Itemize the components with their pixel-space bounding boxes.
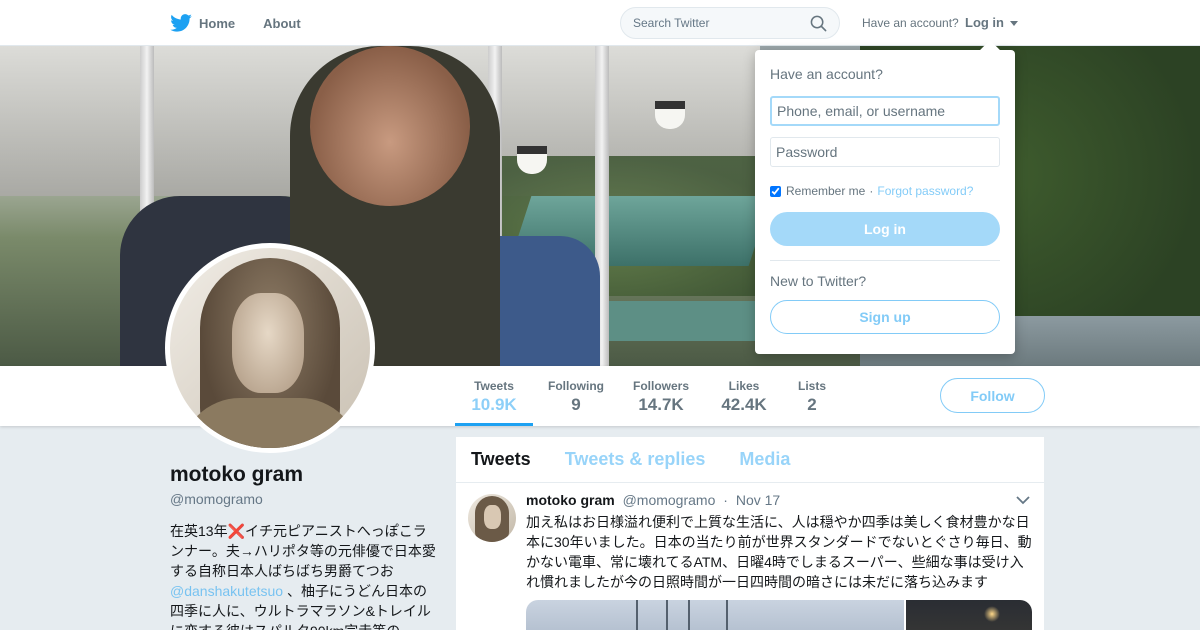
signup-button[interactable]: Sign up — [770, 300, 1000, 334]
stat-label: Tweets — [474, 379, 514, 393]
avatar[interactable] — [170, 248, 370, 448]
timeline: Tweets Tweets & replies Media motoko gra… — [456, 437, 1044, 630]
separator-dot: · — [869, 184, 874, 198]
header-photo-lamp — [517, 146, 547, 174]
password-field[interactable] — [770, 137, 1000, 167]
profile-handle[interactable]: @momogramo — [170, 491, 263, 507]
stat-value: 42.4K — [721, 395, 767, 414]
about-link[interactable]: About — [263, 16, 301, 31]
follow-button[interactable]: Follow — [940, 378, 1045, 413]
nav-left: Home About — [170, 0, 329, 46]
tweet-author-name[interactable]: motoko gram — [526, 492, 615, 508]
tweet[interactable]: motoko gram @momogramo · Nov 17 加え私はお日様溢… — [456, 483, 1044, 630]
tweet-header: motoko gram @momogramo · Nov 17 — [526, 492, 780, 508]
home-label: Home — [199, 15, 236, 31]
tweet-avatar[interactable] — [468, 494, 516, 542]
stat-value: 10.9K — [471, 395, 517, 414]
login-toggle-label: Log in — [965, 15, 1004, 30]
caret-down-icon — [1009, 20, 1018, 26]
tweet-media-image[interactable] — [526, 600, 904, 630]
tab-media[interactable]: Media — [739, 449, 790, 470]
have-account-text: Have an account? — [862, 16, 959, 30]
tweet-text: 加え私はお日様溢れ便利で上質な生活に、人は穏やか四季は美しく食材豊かな日本に30… — [526, 514, 1032, 590]
forgot-password-link[interactable]: Forgot password? — [877, 184, 973, 198]
search-input[interactable] — [633, 16, 810, 30]
tab-tweets[interactable]: Tweets — [471, 449, 531, 470]
profile-avatar-frame — [165, 243, 375, 453]
profile-bio: 在英13年❌イチ元ピアニストへっぽこランナー。夫→ハリポタ等の元俳優で日本愛する… — [170, 521, 436, 630]
login-dropdown-title: Have an account? — [770, 66, 883, 82]
tweet-avatar-face — [484, 505, 501, 529]
media-branch — [636, 600, 638, 630]
about-label: About — [263, 15, 301, 31]
timeline-tabs: Tweets Tweets & replies Media — [456, 437, 1044, 483]
header-photo-face — [310, 46, 470, 206]
remember-me-row: Remember me · Forgot password? — [770, 184, 973, 198]
remember-me-checkbox[interactable] — [770, 185, 781, 197]
profile-name[interactable]: motoko gram — [170, 463, 303, 487]
bio-mention-link[interactable]: @danshakutetsuo — [170, 583, 283, 599]
twitter-bird-icon — [170, 14, 192, 32]
stat-likes[interactable]: Likes 42.4K — [710, 366, 778, 426]
tweet-date[interactable]: Nov 17 — [736, 492, 780, 508]
stat-following[interactable]: Following 9 — [542, 366, 610, 426]
stat-value: 14.7K — [638, 395, 684, 414]
remember-me-label: Remember me — [786, 184, 866, 198]
media-branch — [726, 600, 728, 630]
stat-label: Likes — [728, 379, 760, 393]
media-streetlight — [984, 606, 1000, 622]
login-dropdown-toggle[interactable]: Log in — [965, 15, 1018, 30]
tweet-separator: · — [723, 492, 728, 508]
stat-value: 2 — [807, 395, 817, 414]
search-icon[interactable] — [810, 15, 827, 32]
username-field[interactable] — [770, 96, 1000, 126]
tab-tweets-replies[interactable]: Tweets & replies — [565, 449, 706, 470]
tweet-author-handle[interactable]: @momogramo — [623, 492, 716, 508]
stat-lists[interactable]: Lists 2 — [790, 366, 834, 426]
new-to-twitter-text: New to Twitter? — [770, 273, 867, 289]
stat-label: Followers — [632, 379, 689, 393]
avatar-face — [232, 293, 304, 393]
login-dropdown: Have an account? Remember me · Forgot pa… — [755, 40, 1015, 354]
search-box — [620, 7, 840, 39]
login-button[interactable]: Log in — [770, 212, 1000, 246]
divider — [770, 260, 1000, 261]
home-link[interactable]: Home — [170, 14, 235, 32]
chevron-down-icon[interactable] — [1016, 496, 1030, 505]
top-nav: Home About Have an account? Log in — [0, 0, 1200, 46]
media-branch — [688, 600, 690, 630]
bio-text: 在英13年❌イチ元ピアニストへっぽこランナー。夫→ハリポタ等の元俳優で日本愛する… — [170, 523, 436, 579]
header-photo-lamp — [655, 101, 685, 129]
stat-label: Lists — [797, 379, 826, 393]
media-branch — [666, 600, 668, 630]
tweet-media-image[interactable] — [906, 600, 1032, 630]
stat-tweets[interactable]: Tweets 10.9K — [455, 366, 533, 426]
stat-label: Following — [548, 379, 604, 393]
stat-value: 9 — [571, 395, 581, 414]
stat-followers[interactable]: Followers 14.7K — [627, 366, 695, 426]
